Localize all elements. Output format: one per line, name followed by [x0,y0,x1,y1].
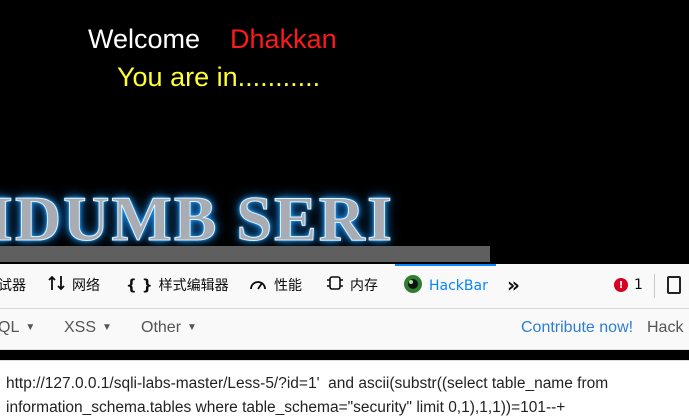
error-counter[interactable]: ! 1 [614,264,643,306]
memory-chip-icon [326,275,344,295]
toolbar-divider [654,274,655,298]
horizontal-scrollbar[interactable] [0,246,490,262]
tab-label: 内存 [350,278,378,294]
menu-sql[interactable]: QL ▼ [0,319,35,337]
menu-other[interactable]: Other ▼ [141,319,197,337]
url-textarea[interactable]: http://127.0.0.1/sqli-labs-master/Less-5… [0,360,689,420]
hackbar-logo-icon [403,274,423,298]
hackbar-brand: Hack [647,319,684,336]
double-chevron-right-icon[interactable]: » [507,264,520,306]
tab-label: 网络 [72,278,100,294]
banner-logo: IDUMB SERI [0,183,394,255]
tab-label: 样式编辑器 [158,278,229,294]
menu-xss[interactable]: XSS ▼ [64,319,112,337]
scrollbar-track [490,246,689,262]
contribute-link[interactable]: Contribute now! [521,319,633,337]
hackbar-menu: QL ▼ XSS ▼ Other ▼ Contribute now! Hack [0,309,689,350]
menu-label: XSS [64,319,97,336]
username-text: Dhakkan [230,24,337,54]
welcome-line: Welcome Dhakkan [88,24,337,55]
caret-down-icon: ▼ [102,322,112,333]
error-icon: ! [614,278,628,292]
dock-side-icon[interactable] [667,276,681,294]
tab-label: 试器 [0,278,26,294]
tab-hackbar[interactable]: HackBar [395,264,496,306]
caret-down-icon: ▼ [187,322,197,333]
gauge-icon [248,275,268,295]
network-arrows-icon [48,275,66,295]
caret-down-icon: ▼ [25,322,36,333]
menu-label: QL [0,319,20,336]
tab-network[interactable]: 网络 [48,264,100,306]
url-line-1: http://127.0.0.1/sqli-labs-master/Less-5… [6,375,609,392]
error-count: 1 [634,277,643,293]
welcome-text: Welcome [88,24,201,54]
tab-label: 性能 [274,278,302,294]
braces-icon: { } [126,276,153,294]
url-text: http://127.0.0.1/sqli-labs-master/Less-5… [6,372,689,420]
tab-performance[interactable]: 性能 [248,264,302,306]
devtools-toolbar: 试器 网络 { } 样式编辑器 性能 内存 HackBar » ! 1 [0,264,689,309]
url-line-2: information_schema.tables where table_sc… [6,399,566,416]
tab-label: HackBar [429,278,488,294]
menu-label: Other [141,319,182,336]
page-viewport: Welcome Dhakkan You are in........... IDU… [0,0,689,262]
tab-memory[interactable]: 内存 [326,264,378,306]
status-message: You are in........... [117,62,321,92]
tab-style-editor[interactable]: { } 样式编辑器 [126,264,229,306]
tab-debugger[interactable]: 试器 [0,264,26,306]
